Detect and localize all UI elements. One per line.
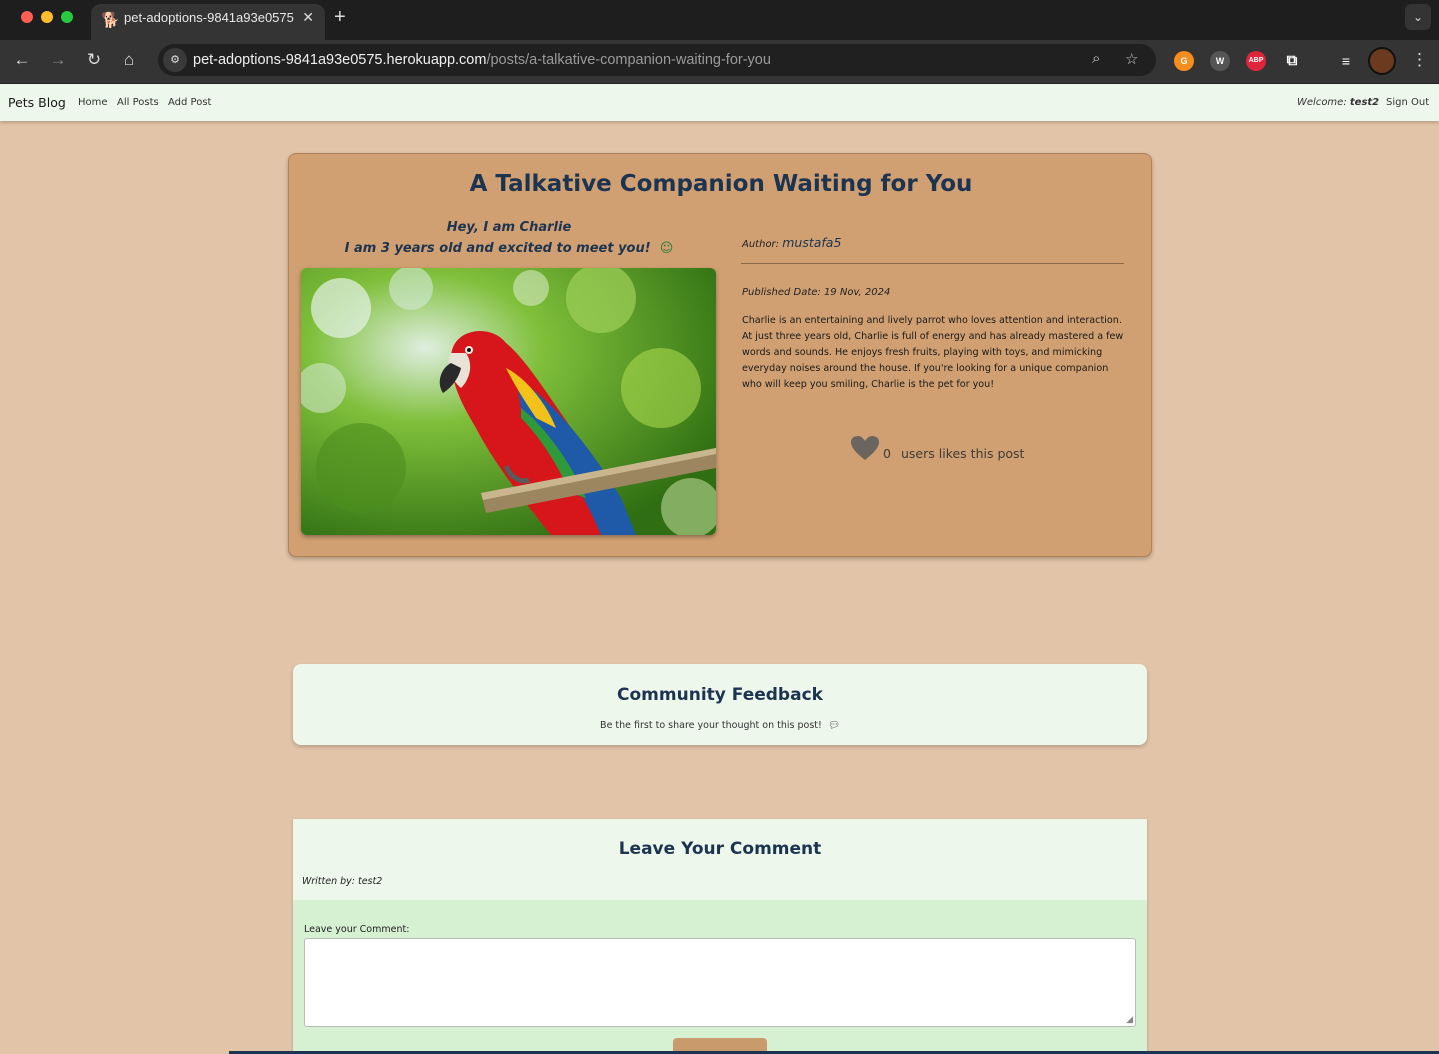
home-icon[interactable]: ⌂: [118, 50, 140, 70]
close-window-button[interactable]: [21, 11, 33, 23]
minimize-window-button[interactable]: [41, 11, 53, 23]
new-tab-icon[interactable]: +: [334, 6, 346, 29]
forward-icon[interactable]: →: [47, 50, 69, 70]
tab-search-chevron-icon[interactable]: ⌄: [1405, 4, 1431, 30]
author-name: mustafa5: [782, 235, 842, 250]
nav-add-post-link[interactable]: Add Post: [168, 97, 211, 108]
extensions-icon[interactable]: ⧉: [1282, 51, 1302, 71]
bookmark-star-icon[interactable]: ☆: [1125, 50, 1138, 68]
url-text[interactable]: pet-adoptions-9841a93e0575.herokuapp.com…: [193, 52, 771, 68]
grammarly-icon[interactable]: G: [1174, 51, 1194, 71]
divider: [741, 263, 1124, 264]
close-tab-icon[interactable]: ✕: [302, 9, 314, 26]
feedback-heading: Community Feedback: [617, 685, 823, 705]
maximize-window-button[interactable]: [61, 11, 73, 23]
parrot-image: [301, 268, 716, 535]
nav-all-posts-link[interactable]: All Posts: [117, 97, 159, 108]
resize-grip-icon[interactable]: ◢: [1126, 1015, 1133, 1025]
heart-icon[interactable]: [850, 435, 880, 461]
smile-icon: ☺: [659, 241, 674, 256]
site-settings-icon[interactable]: ⚙: [163, 48, 187, 72]
intro-line-1: Hey, I am Charlie: [446, 220, 572, 235]
comment-heading: Leave Your Comment: [618, 839, 822, 859]
wappalyzer-icon[interactable]: W: [1210, 51, 1230, 71]
comment-form-header: Leave Your Comment Written by: test2: [293, 819, 1147, 900]
adblock-plus-icon[interactable]: ABP: [1246, 51, 1266, 71]
pet-intro: Hey, I am Charlie I am 3 years old and e…: [301, 217, 717, 259]
browser-menu-icon[interactable]: ⋮: [1411, 50, 1428, 70]
feedback-empty-text: Be the first to share your thought on th…: [600, 720, 840, 731]
community-feedback: Community Feedback Be the first to share…: [293, 664, 1147, 745]
welcome-text: Welcome: test2: [1297, 97, 1380, 108]
comment-field-label: Leave your Comment:: [304, 924, 410, 935]
page-viewport: Pets Blog Home All Posts Add Post Welcom…: [0, 84, 1439, 1054]
dog-favicon-icon: 🐕: [101, 12, 120, 29]
post-author: Author: mustafa5: [742, 235, 842, 250]
zoom-icon[interactable]: ⌕: [1092, 50, 1100, 67]
post-title: A Talkative Companion Waiting for You: [469, 171, 973, 197]
brand-link[interactable]: Pets Blog: [8, 95, 66, 110]
published-date: Published Date: 19 Nov, 2024: [742, 287, 891, 298]
post-description: Charlie is an entertaining and lively pa…: [742, 315, 1124, 390]
intro-line-2: I am 3 years old and excited to meet you…: [344, 241, 651, 256]
address-bar[interactable]: ⚙ pet-adoptions-9841a93e0575.herokuapp.c…: [158, 44, 1156, 76]
reload-icon[interactable]: ↻: [83, 50, 105, 70]
nav-home-link[interactable]: Home: [78, 97, 108, 108]
back-icon[interactable]: ←: [11, 50, 33, 70]
post-card: A Talkative Companion Waiting for You He…: [288, 153, 1152, 557]
pet-photo: [301, 268, 716, 535]
site-navbar: Pets Blog Home All Posts Add Post Welcom…: [0, 84, 1439, 121]
written-by: Written by: test2: [302, 876, 383, 887]
sign-out-link[interactable]: Sign Out: [1386, 97, 1429, 108]
browser-toolbar: ← → ↻ ⌂ ⚙ pet-adoptions-9841a93e0575.her…: [0, 40, 1439, 84]
like-count: 0: [883, 446, 891, 461]
browser-tab-bar: 🐕 pet-adoptions-9841a93e0575.herokuapp.c…: [0, 0, 1439, 40]
comment-bubble-icon: 💬︎: [827, 720, 840, 731]
comment-textarea[interactable]: ◢: [304, 938, 1136, 1027]
media-controls-icon[interactable]: ≡: [1336, 51, 1356, 71]
tab-title: pet-adoptions-9841a93e0575.herokuapp.com: [124, 10, 294, 25]
profile-avatar[interactable]: [1368, 47, 1396, 75]
likes-label: users likes this post: [901, 446, 1025, 461]
browser-tab[interactable]: 🐕 pet-adoptions-9841a93e0575.herokuapp.c…: [91, 4, 325, 40]
comment-form: Leave Your Comment Written by: test2 Lea…: [293, 819, 1147, 1054]
